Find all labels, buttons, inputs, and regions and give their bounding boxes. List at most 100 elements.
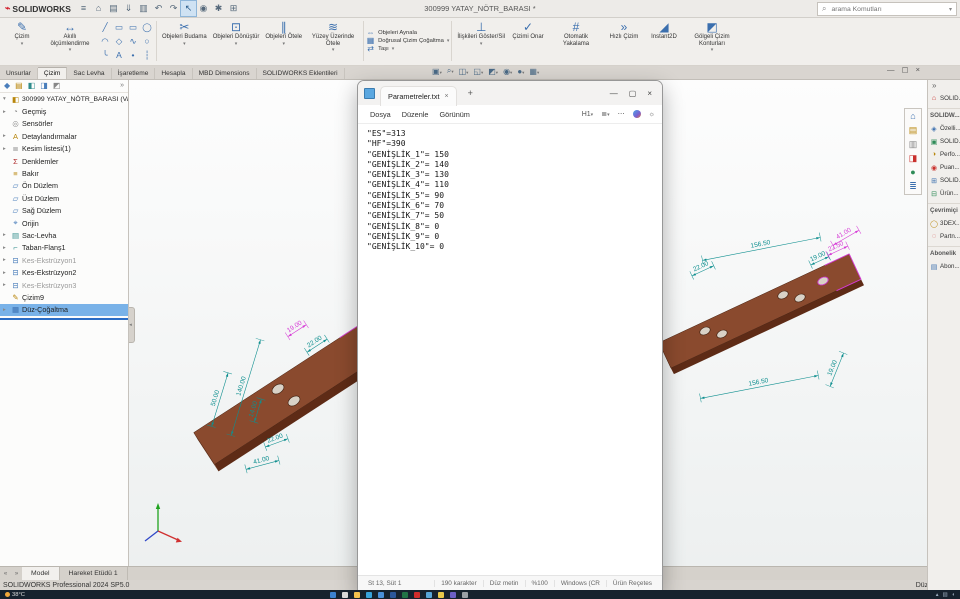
list-icon[interactable]: ≣▾ xyxy=(601,110,609,118)
expand-arrow-icon[interactable]: ▸ xyxy=(3,133,9,139)
dimension-156.50[interactable]: 156.50 xyxy=(699,368,820,403)
display-style-icon[interactable]: ◩▾ xyxy=(488,67,498,76)
ribbon-taşı[interactable]: ⇄ Taşı ▾ xyxy=(366,45,449,53)
appearances-icon[interactable]: ● xyxy=(910,167,915,178)
custom-properties-icon[interactable]: ≣ xyxy=(909,181,917,192)
select-cursor-icon[interactable]: ↖ xyxy=(179,0,197,17)
spline-icon[interactable]: ∿ xyxy=(126,34,140,48)
tree-item-sensörler[interactable]: ◎ Sensörler xyxy=(0,118,128,130)
taskpane-item-özelli[interactable]: ◈ Özelli... xyxy=(928,122,960,135)
taskbar-icon-search[interactable] xyxy=(342,591,348,598)
minimize-icon[interactable]: — xyxy=(610,89,618,98)
taskpane-item-solid[interactable]: ⌂SOLID... xyxy=(928,92,960,105)
ribbon-hızlı-çizim[interactable]: » Hızlı Çizim xyxy=(604,18,644,64)
taskbar-icon-teams[interactable] xyxy=(450,591,456,598)
menu-icon[interactable]: ≡ xyxy=(76,1,91,16)
expand-arrow-icon[interactable]: ▸ xyxy=(3,307,9,313)
taskbar-icon-explorer[interactable] xyxy=(354,591,360,598)
configuration-manager-icon[interactable]: ◧ xyxy=(28,81,36,90)
expand-arrow-icon[interactable]: ▾ xyxy=(3,96,9,102)
tree-item-üst-düzlem[interactable]: ▱ Üst Düzlem xyxy=(0,192,128,204)
tab-hesapla[interactable]: Hesapla xyxy=(155,68,193,79)
tab-unsurlar[interactable]: Unsurlar xyxy=(0,68,38,79)
taskbar-icon-chrome[interactable] xyxy=(438,591,444,598)
taskbar-icon-start[interactable] xyxy=(330,591,336,598)
command-search[interactable]: ⌕ ▾ xyxy=(817,2,957,16)
settings-icon[interactable]: ☼ xyxy=(649,111,655,118)
network-icon[interactable]: ▧ xyxy=(942,592,947,598)
expand-arrow-icon[interactable]: ▸ xyxy=(3,232,9,238)
ellipse-icon[interactable]: ○ xyxy=(140,34,154,48)
tree-item-kes-ekstrüzyon2[interactable]: ▸ ⊟ Kes-Ekstrüzyon2 xyxy=(0,266,128,278)
tree-item-taban-flanş1[interactable]: ▸ ⌐ Taban-Flanş1 xyxy=(0,242,128,254)
taskpane-item-partn[interactable]: ◌ Partn... xyxy=(928,230,960,243)
tree-item-sac-levha[interactable]: ▸ ▤ Sac-Levha xyxy=(0,229,128,241)
close-icon[interactable]: × xyxy=(647,89,652,98)
tree-item-bakır[interactable]: ≡ Bakır xyxy=(0,167,128,179)
slot-icon[interactable]: ▭ xyxy=(126,20,140,34)
taskbar-icon-mail[interactable] xyxy=(378,591,384,598)
text-icon[interactable]: A xyxy=(112,48,126,62)
taskpane-item-solid[interactable]: ⊞SOLID... xyxy=(928,174,960,187)
property-manager-icon[interactable]: ▤ xyxy=(15,81,23,90)
dimension-41.00[interactable]: 41.00 xyxy=(244,453,281,474)
ribbon-i-lişkileri-göster-sil[interactable]: ⊥ İlişkileri Göster/Sil ▾ xyxy=(454,18,508,64)
taskbar-icon-solidworks[interactable] xyxy=(414,591,420,598)
heading-icon[interactable]: H1▾ xyxy=(582,111,593,118)
dimension-22.00[interactable]: 22.00 xyxy=(689,258,716,280)
notepad-text-area[interactable]: "ES"=313 "HF"=390 "GENİŞLİK_1"= 150 "GENİŞL… xyxy=(358,124,662,575)
home-icon[interactable]: ⌂ xyxy=(91,1,106,16)
taskbar-icon-notepad[interactable] xyxy=(426,591,432,598)
view-orientation-icon[interactable]: ◱▾ xyxy=(473,67,483,76)
taskbar-icon-word[interactable] xyxy=(390,591,396,598)
section-view-icon[interactable]: ◫▾ xyxy=(459,67,469,76)
settings-icon[interactable]: ✱ xyxy=(211,1,226,16)
line-icon[interactable]: ╱ xyxy=(98,20,112,34)
expand-arrow-icon[interactable]: ▸ xyxy=(3,282,9,288)
construction-icon[interactable]: ┆ xyxy=(140,48,154,62)
ribbon-çizim[interactable]: ✎ Çizim ▾ xyxy=(2,18,42,64)
ribbon-doğrusal-çizim-çoğaltma[interactable]: ▦ Doğrusal Çizim Çoğaltma ▾ xyxy=(366,37,450,45)
zoom-fit-icon[interactable]: ▣▾ xyxy=(432,67,442,76)
tree-item-düz-çoğaltma[interactable]: ▸ ▦ Düz-Çoğaltma xyxy=(0,303,128,317)
dimension-19.00[interactable]: 19.00 xyxy=(823,350,848,389)
tab-model[interactable]: Model xyxy=(22,567,60,580)
task-pane-expander[interactable]: » xyxy=(928,79,960,92)
ribbon-çizimi-onar[interactable]: ✓ Çizimi Onar xyxy=(508,18,548,64)
tree-item-kes-ekstrüzyon1[interactable]: ▸ ⊟ Kes-Ekstrüzyon1 xyxy=(0,254,128,266)
copilot-icon[interactable] xyxy=(632,110,641,118)
right-bar-top-face[interactable] xyxy=(658,253,862,369)
new-tab-button[interactable]: + xyxy=(468,88,473,98)
taskpane-item-solid[interactable]: ▣SOLID... xyxy=(928,135,960,148)
taskpane-item-ürün[interactable]: ⊟ Ürün... xyxy=(928,187,960,200)
ribbon-gölgeli-çizim-konturları[interactable]: ◩ Gölgeli Çizim Konturları ▾ xyxy=(684,18,740,64)
dimension-19.00[interactable]: 19.00 xyxy=(284,318,309,341)
redo-icon[interactable]: ↷ xyxy=(166,1,181,16)
dimxpert-manager-icon[interactable]: ◨ xyxy=(40,81,48,90)
zoom-area-icon[interactable]: ⌕▾ xyxy=(447,66,454,76)
more-icon[interactable]: ⋯ xyxy=(618,110,625,118)
tree-item-orijin[interactable]: ⌖ Orijin xyxy=(0,217,128,229)
arc-icon[interactable]: ◠ xyxy=(98,34,112,48)
search-input[interactable] xyxy=(829,4,946,14)
view-palette-icon[interactable]: ◨ xyxy=(909,153,918,164)
taskbar-icon-edge[interactable] xyxy=(366,591,372,598)
tray-up-icon[interactable]: ▴ xyxy=(936,592,939,598)
tree-item-detaylandırmalar[interactable]: ▸ A Detaylandırmalar xyxy=(0,130,128,142)
tab-çizim[interactable]: Çizim xyxy=(37,67,68,79)
tab-solidworks-eklentileri[interactable]: SOLIDWORKS Eklentileri xyxy=(257,68,345,79)
edit-appearance-icon[interactable]: ●▾ xyxy=(517,67,524,76)
dimension-156.50[interactable]: 156.50 xyxy=(701,230,822,265)
print-icon[interactable]: ▥ xyxy=(136,1,151,16)
menu-duzenle[interactable]: Düzenle xyxy=(397,108,434,121)
close-icon[interactable]: × xyxy=(916,65,920,74)
tab-mbd-dimensions[interactable]: MBD Dimensions xyxy=(193,68,257,79)
next-icon[interactable]: » xyxy=(11,567,22,580)
expand-arrow-icon[interactable]: ▸ xyxy=(3,109,9,115)
ribbon-objeleri-ötele[interactable]: ∥ Objeleri Ötele ▾ xyxy=(262,18,305,64)
left-bar-top-face[interactable] xyxy=(193,323,383,465)
fillet-icon[interactable]: ╰ xyxy=(98,48,112,62)
taskbar-icon-excel[interactable] xyxy=(402,591,408,598)
tree-item-ön-düzlem[interactable]: ▱ Ön Düzlem xyxy=(0,180,128,192)
tree-item-kes-ekstrüzyon3[interactable]: ▸ ⊟ Kes-Ekstrüzyon3 xyxy=(0,279,128,291)
